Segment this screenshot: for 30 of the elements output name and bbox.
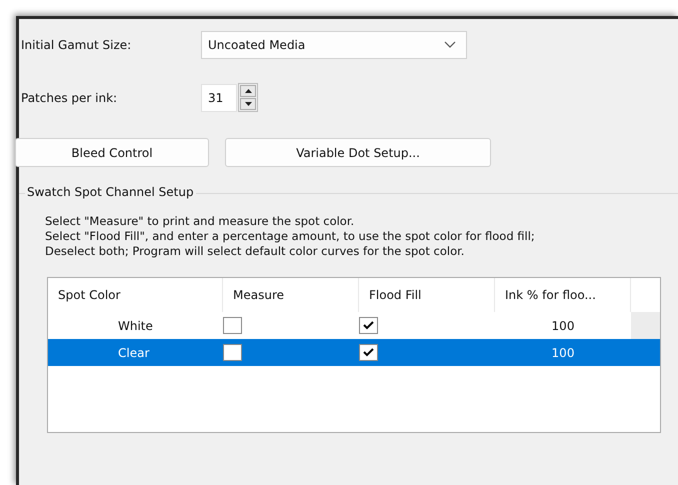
check-icon: [363, 321, 374, 330]
table-cell: 100: [552, 318, 574, 332]
triangle-up-icon: [244, 89, 252, 93]
table-cell: 100: [552, 346, 574, 360]
spin-up-button[interactable]: [240, 85, 256, 97]
dialog-button[interactable]: Bleed Control: [15, 138, 209, 167]
dialog-button[interactable]: Variable Dot Setup...: [225, 138, 491, 167]
column-header[interactable]: Ink % for floo...: [495, 278, 631, 312]
checkbox[interactable]: [359, 344, 378, 361]
group-title: Swatch Spot Channel Setup: [25, 185, 196, 199]
table-cell: White: [118, 318, 153, 332]
instruction-text: Deselect both; Program will select default color curves for the spot color.: [45, 244, 466, 259]
gamut-label: Initial Gamut Size:: [20, 38, 132, 52]
column-header[interactable]: Spot Color: [48, 278, 223, 312]
chevron-down-icon: [444, 41, 456, 49]
checkbox[interactable]: [359, 317, 378, 334]
table-cell: Clear: [118, 346, 150, 360]
column-header[interactable]: Flood Fill: [359, 278, 495, 312]
check-icon: [363, 348, 374, 357]
gamut-dropdown[interactable]: Uncoated Media: [201, 31, 467, 59]
triangle-down-icon: [244, 102, 252, 106]
spin-down-button[interactable]: [240, 98, 256, 110]
column-header[interactable]: Measure: [223, 278, 359, 312]
patches-label: Patches per ink:: [20, 90, 118, 104]
instruction-text: Select "Flood Fill", and enter a percentage amount, to use the spot color for flood fill;: [45, 229, 536, 244]
checkbox[interactable]: [223, 317, 242, 334]
instruction-text: Select "Measure" to print and measure the spot color.: [45, 214, 356, 229]
table-row[interactable]: White 100: [48, 312, 660, 339]
patches-field[interactable]: 31: [201, 84, 237, 112]
checkbox[interactable]: [223, 344, 242, 361]
